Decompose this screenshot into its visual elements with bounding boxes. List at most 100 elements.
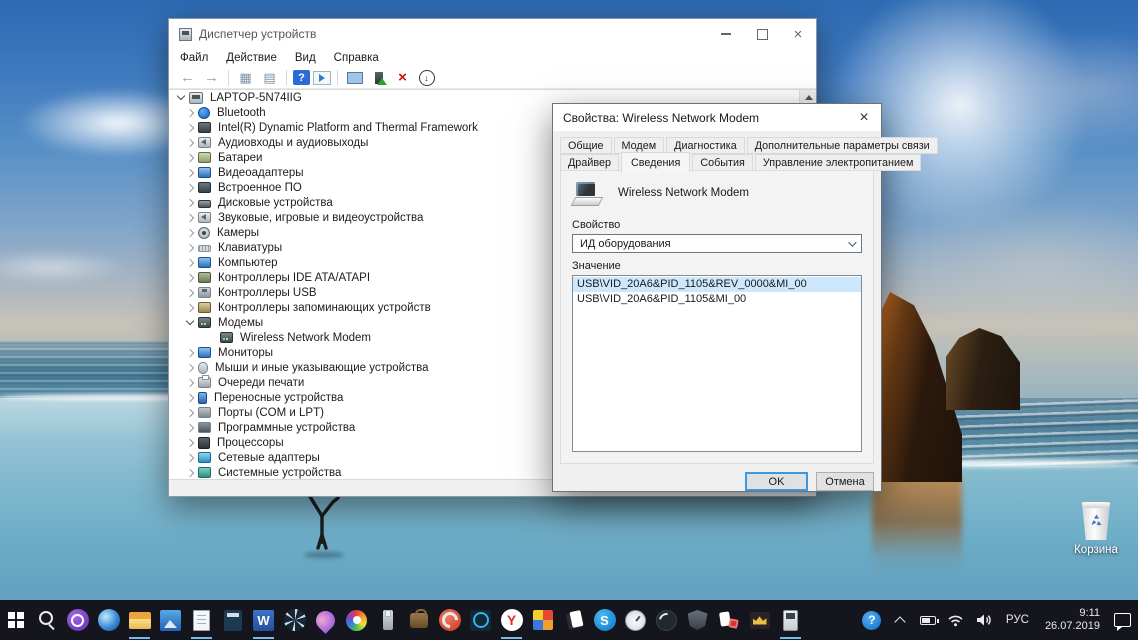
taskbar-clock[interactable]: 9:11 26.07.2019 — [1039, 607, 1106, 633]
tab-0[interactable]: Общие — [560, 137, 612, 154]
tab-2[interactable]: События — [692, 154, 753, 171]
expand-chevron-icon[interactable] — [182, 170, 198, 176]
expand-chevron-icon[interactable] — [182, 260, 198, 266]
expand-chevron-icon[interactable] — [182, 470, 198, 476]
expand-chevron-icon[interactable] — [182, 200, 198, 206]
taskbar-item-ccleaner[interactable] — [434, 600, 465, 640]
value-listbox[interactable]: USB\VID_20A6&PID_1105&REV_0000&MI_00 USB… — [572, 275, 862, 452]
expand-chevron-icon[interactable] — [182, 350, 198, 356]
tab-1[interactable]: Сведения — [621, 152, 690, 173]
menu-2[interactable]: Вид — [286, 52, 325, 64]
action-center-icon[interactable] — [1110, 600, 1134, 640]
taskbar-item-browser-lens[interactable] — [93, 600, 124, 640]
taskbar-item-speedometer[interactable] — [651, 600, 682, 640]
expand-chevron-icon[interactable] — [182, 125, 198, 131]
taskbar-item-snowflake[interactable] — [279, 600, 310, 640]
taskbar-item-flash-drive[interactable] — [372, 600, 403, 640]
taskbar-item-cortana[interactable] — [62, 600, 93, 640]
hardware-id-1[interactable]: USB\VID_20A6&PID_1105&MI_00 — [573, 292, 861, 307]
hardware-id-0[interactable]: USB\VID_20A6&PID_1105&REV_0000&MI_00 — [573, 277, 861, 292]
expand-chevron-icon[interactable] — [182, 380, 198, 386]
minimize-button[interactable] — [708, 19, 744, 49]
menu-1[interactable]: Действие — [217, 52, 286, 64]
taskbar-item-money-bag[interactable] — [403, 600, 434, 640]
taskbar-item-file-explorer[interactable] — [124, 600, 155, 640]
language-indicator[interactable]: РУС — [1000, 614, 1035, 626]
expand-chevron-icon[interactable] — [182, 440, 198, 446]
taskbar-item-map-pin[interactable] — [310, 600, 341, 640]
toolbar-icon-scan[interactable] — [344, 69, 365, 87]
toolbar-icon-sep[interactable] — [337, 70, 338, 86]
dialog-close-button[interactable]: × — [847, 105, 881, 131]
taskbar-item-crown[interactable] — [744, 600, 775, 640]
taskbar-item-calculator[interactable] — [217, 600, 248, 640]
expand-chevron-icon[interactable] — [182, 275, 198, 281]
expand-chevron-icon[interactable] — [182, 110, 198, 116]
taskbar-item-palette[interactable] — [341, 600, 372, 640]
taskbar-item-skype[interactable]: S — [589, 600, 620, 640]
menu-0[interactable]: Файл — [171, 52, 217, 64]
toolbar-icon-update[interactable] — [368, 69, 389, 87]
recycle-bin[interactable]: Корзина — [1064, 502, 1128, 556]
expand-chevron-icon[interactable] — [182, 155, 198, 161]
taskbar-item-tank[interactable] — [682, 600, 713, 640]
expand-chevron-icon[interactable] — [182, 455, 198, 461]
expand-chevron-icon[interactable] — [182, 395, 198, 401]
ok-button[interactable]: OK — [745, 472, 808, 491]
tab-0[interactable]: Драйвер — [560, 154, 619, 171]
property-dropdown[interactable]: ИД оборудования — [572, 234, 862, 253]
toolbar-icon-console[interactable] — [313, 71, 331, 85]
toolbar-icon-properties[interactable] — [259, 69, 280, 87]
expand-chevron-icon[interactable] — [182, 321, 198, 324]
device-header: Wireless Network Modem — [572, 180, 749, 206]
toolbar-icon-devices[interactable] — [235, 69, 256, 87]
toolbar-icon-uninstall[interactable] — [392, 69, 413, 87]
expand-chevron-icon[interactable] — [182, 290, 198, 296]
close-button[interactable]: × — [780, 19, 816, 49]
expand-chevron-icon[interactable] — [182, 230, 198, 236]
wifi-icon[interactable] — [944, 600, 968, 640]
maximize-button[interactable] — [744, 19, 780, 49]
expand-chevron-icon[interactable] — [182, 185, 198, 191]
expand-chevron-icon[interactable] — [182, 425, 198, 431]
scroll-up-icon[interactable] — [805, 95, 813, 100]
tray-help-icon[interactable] — [860, 600, 884, 640]
expand-chevron-icon[interactable] — [182, 140, 198, 146]
expand-chevron-icon[interactable] — [182, 365, 198, 371]
device-category-icon — [198, 122, 211, 133]
tab-3[interactable]: Дополнительные параметры связи — [747, 137, 938, 154]
cancel-button[interactable]: Отмена — [816, 472, 874, 491]
taskbar-item-rubiks-cube[interactable] — [527, 600, 558, 640]
expand-chevron-icon[interactable] — [182, 305, 198, 311]
taskbar-item-notepad[interactable] — [186, 600, 217, 640]
tree-item-label: Контроллеры запоминающих устройств — [218, 302, 431, 314]
taskbar-item-device-manager[interactable] — [775, 600, 806, 640]
taskbar-item-casino[interactable] — [713, 600, 744, 640]
toolbar-icon-disable[interactable] — [416, 69, 437, 87]
tab-3[interactable]: Управление электропитанием — [755, 154, 922, 171]
taskbar-item-photos[interactable] — [155, 600, 186, 640]
toolbar-icon-sep[interactable] — [286, 70, 287, 86]
taskbar-item-cards[interactable] — [558, 600, 589, 640]
expand-chevron-icon[interactable] — [182, 410, 198, 416]
taskbar-item-yandex[interactable]: Y — [496, 600, 527, 640]
taskbar-item-clock[interactable] — [620, 600, 651, 640]
expand-chevron-icon[interactable] — [173, 96, 189, 99]
toolbar-icon-sep[interactable] — [228, 70, 229, 86]
taskbar-item-word[interactable]: W — [248, 600, 279, 640]
battery-icon[interactable] — [916, 600, 940, 640]
show-hidden-icons-chevron[interactable] — [888, 600, 912, 640]
tree-item-label: Звуковые, игровые и видеоустройства — [218, 212, 423, 224]
menu-3[interactable]: Справка — [325, 52, 388, 64]
volume-icon[interactable] — [972, 600, 996, 640]
toolbar-icon-forward[interactable] — [201, 69, 222, 87]
toolbar-icon-back[interactable] — [177, 69, 198, 87]
device-category-icon — [198, 302, 211, 313]
expand-chevron-icon[interactable] — [182, 245, 198, 251]
tree-item-label: Контроллеры IDE ATA/ATAPI — [218, 272, 370, 284]
taskbar-item-search[interactable] — [31, 600, 62, 640]
taskbar-item-start[interactable] — [0, 600, 31, 640]
toolbar-icon-help[interactable] — [293, 70, 310, 85]
expand-chevron-icon[interactable] — [182, 215, 198, 221]
taskbar-item-timer[interactable] — [465, 600, 496, 640]
